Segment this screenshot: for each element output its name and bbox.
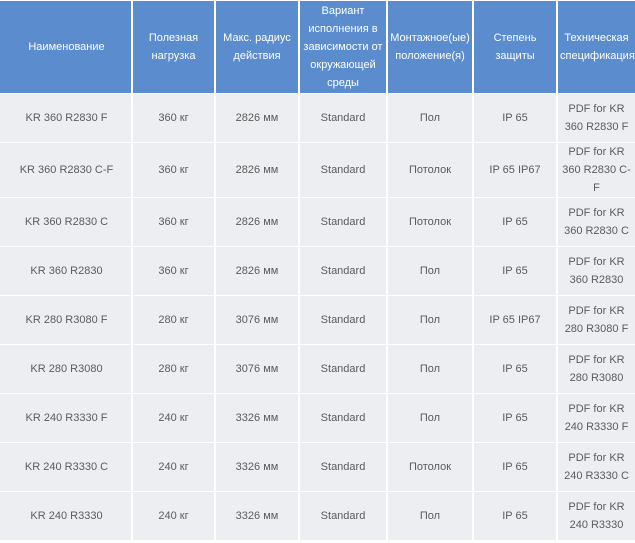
robot-spec-table: Наименование Полезная нагрузка Макс. рад…	[0, 0, 635, 541]
cell-environment-variant: Standard	[300, 198, 386, 246]
header-row: Наименование Полезная нагрузка Макс. рад…	[0, 1, 635, 93]
cell-name: KR 360 R2830 F	[0, 94, 131, 142]
cell-payload: 360 кг	[133, 143, 214, 197]
table-row: KR 360 R2830 C-F 360 кг 2826 мм Standard…	[0, 143, 635, 197]
table-row: KR 240 R3330 F 240 кг 3326 мм Standard П…	[0, 394, 635, 442]
cell-max-reach: 3076 мм	[216, 345, 298, 393]
cell-protection-rating: IP 65	[474, 492, 556, 540]
cell-environment-variant: Standard	[300, 143, 386, 197]
cell-environment-variant: Standard	[300, 492, 386, 540]
cell-max-reach: 2826 мм	[216, 94, 298, 142]
cell-mounting-position: Потолок	[388, 443, 472, 491]
header-mounting-position: Монтажное(ые) положение(я)	[388, 1, 472, 93]
table-row: KR 280 R3080 280 кг 3076 мм Standard Пол…	[0, 345, 635, 393]
cell-spec-pdf-link[interactable]: PDF for KR 280 R3080	[558, 345, 635, 393]
cell-name: KR 240 R3330	[0, 492, 131, 540]
cell-spec-pdf-link[interactable]: PDF for KR 240 R3330 F	[558, 394, 635, 442]
header-max-reach: Макс. радиус действия	[216, 1, 298, 93]
table-header: Наименование Полезная нагрузка Макс. рад…	[0, 1, 635, 93]
cell-protection-rating: IP 65	[474, 247, 556, 295]
table-row: KR 360 R2830 F 360 кг 2826 мм Standard П…	[0, 94, 635, 142]
cell-protection-rating: IP 65	[474, 443, 556, 491]
table-row: KR 240 R3330 240 кг 3326 мм Standard Пол…	[0, 492, 635, 540]
cell-protection-rating: IP 65	[474, 198, 556, 246]
cell-protection-rating: IP 65	[474, 345, 556, 393]
cell-spec-pdf-link[interactable]: PDF for KR 360 R2830 F	[558, 94, 635, 142]
cell-name: KR 360 R2830 C	[0, 198, 131, 246]
cell-spec-pdf-link[interactable]: PDF for KR 280 R3080 F	[558, 296, 635, 344]
cell-name: KR 240 R3330 F	[0, 394, 131, 442]
table-body: KR 360 R2830 F 360 кг 2826 мм Standard П…	[0, 94, 635, 540]
cell-max-reach: 3326 мм	[216, 394, 298, 442]
cell-spec-pdf-link[interactable]: PDF for KR 360 R2830 C	[558, 198, 635, 246]
cell-payload: 240 кг	[133, 492, 214, 540]
cell-protection-rating: IP 65 IP67	[474, 296, 556, 344]
cell-payload: 280 кг	[133, 296, 214, 344]
cell-environment-variant: Standard	[300, 443, 386, 491]
cell-max-reach: 3076 мм	[216, 296, 298, 344]
cell-payload: 240 кг	[133, 443, 214, 491]
cell-protection-rating: IP 65 IP67	[474, 143, 556, 197]
cell-max-reach: 3326 мм	[216, 492, 298, 540]
cell-spec-pdf-link[interactable]: PDF for KR 360 R2830	[558, 247, 635, 295]
cell-payload: 280 кг	[133, 345, 214, 393]
cell-name: KR 360 R2830 C-F	[0, 143, 131, 197]
cell-mounting-position: Пол	[388, 94, 472, 142]
cell-mounting-position: Потолок	[388, 198, 472, 246]
header-environment-variant: Вариант исполнения в зависимости от окру…	[300, 1, 386, 93]
cell-max-reach: 2826 мм	[216, 198, 298, 246]
cell-mounting-position: Пол	[388, 394, 472, 442]
cell-environment-variant: Standard	[300, 296, 386, 344]
cell-max-reach: 3326 мм	[216, 443, 298, 491]
header-tech-spec: Техническая спецификация	[558, 1, 635, 93]
cell-protection-rating: IP 65	[474, 394, 556, 442]
cell-max-reach: 2826 мм	[216, 143, 298, 197]
cell-payload: 360 кг	[133, 94, 214, 142]
cell-spec-pdf-link[interactable]: PDF for KR 240 R3330	[558, 492, 635, 540]
cell-spec-pdf-link[interactable]: PDF for KR 360 R2830 C-F	[558, 143, 635, 197]
cell-mounting-position: Пол	[388, 247, 472, 295]
table-row: KR 360 R2830 C 360 кг 2826 мм Standard П…	[0, 198, 635, 246]
cell-name: KR 240 R3330 C	[0, 443, 131, 491]
cell-mounting-position: Потолок	[388, 143, 472, 197]
cell-payload: 360 кг	[133, 247, 214, 295]
cell-name: KR 360 R2830	[0, 247, 131, 295]
table-row: KR 360 R2830 360 кг 2826 мм Standard Пол…	[0, 247, 635, 295]
cell-spec-pdf-link[interactable]: PDF for KR 240 R3330 C	[558, 443, 635, 491]
table-row: KR 240 R3330 C 240 кг 3326 мм Standard П…	[0, 443, 635, 491]
table-row: KR 280 R3080 F 280 кг 3076 мм Standard П…	[0, 296, 635, 344]
cell-payload: 240 кг	[133, 394, 214, 442]
cell-environment-variant: Standard	[300, 247, 386, 295]
cell-name: KR 280 R3080 F	[0, 296, 131, 344]
header-name: Наименование	[0, 1, 131, 93]
cell-payload: 360 кг	[133, 198, 214, 246]
cell-max-reach: 2826 мм	[216, 247, 298, 295]
cell-mounting-position: Пол	[388, 492, 472, 540]
header-protection-rating: Степень защиты	[474, 1, 556, 93]
cell-environment-variant: Standard	[300, 345, 386, 393]
cell-mounting-position: Пол	[388, 345, 472, 393]
cell-environment-variant: Standard	[300, 94, 386, 142]
cell-name: KR 280 R3080	[0, 345, 131, 393]
cell-environment-variant: Standard	[300, 394, 386, 442]
header-payload: Полезная нагрузка	[133, 1, 214, 93]
cell-mounting-position: Пол	[388, 296, 472, 344]
cell-protection-rating: IP 65	[474, 94, 556, 142]
